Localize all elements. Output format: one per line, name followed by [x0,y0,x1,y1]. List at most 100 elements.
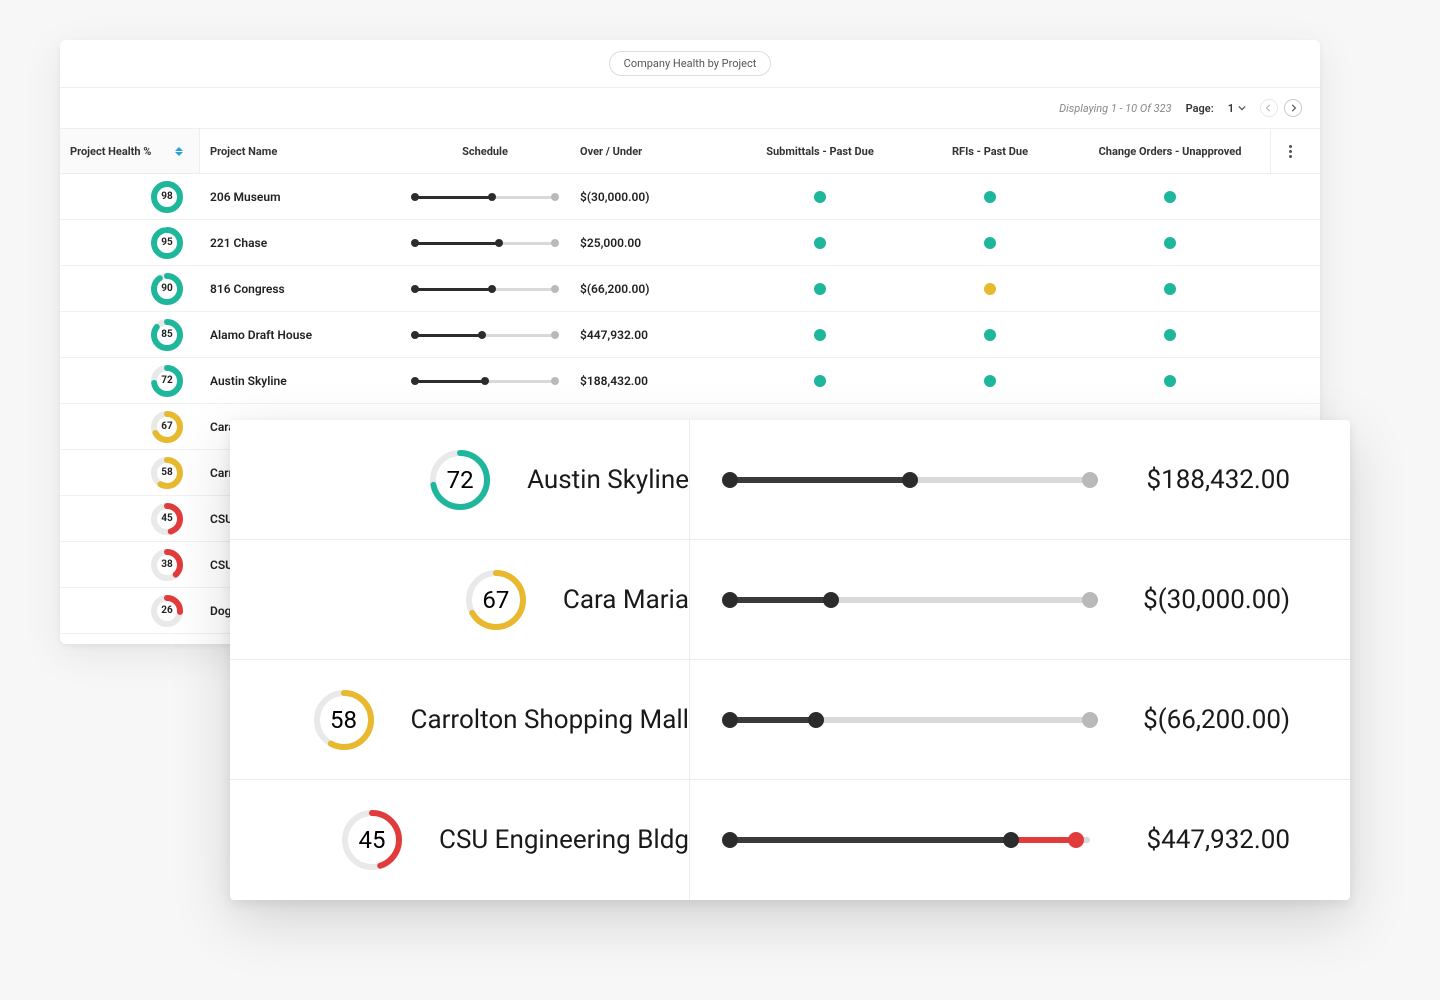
health-value: 67 [150,410,184,444]
page-select[interactable]: 1 [1228,102,1246,115]
col-submittals-label: Submittals - Past Due [766,145,874,158]
health-value: 45 [341,809,403,871]
status-dot [814,375,826,387]
zoom-amount: $(66,200.00) [1143,705,1290,735]
health-donut: 90 [150,272,184,306]
status-dot [1164,237,1176,249]
cell-rfis [910,283,1070,295]
cell-over-under: $447,932.00 [570,328,730,342]
zoom-right: $(30,000.00) [690,585,1350,615]
displaying-text: Displaying 1 - 10 Of 323 [1059,102,1171,115]
col-rfis[interactable]: RFIs - Past Due [910,145,1070,158]
cell-change-orders [1070,375,1270,387]
cell-change-orders [1070,283,1270,295]
pager-next-button[interactable] [1284,99,1302,117]
cell-health: 26 [60,594,200,628]
zoom-right: $188,432.00 [690,465,1350,495]
table-row[interactable]: 85 Alamo Draft House $447,932.00 [60,312,1320,358]
health-value: 58 [150,456,184,490]
health-donut: 72 [150,364,184,398]
toolbar: Displaying 1 - 10 Of 323 Page: 1 [60,88,1320,128]
cell-health: 58 [60,456,200,490]
cell-health: 38 [60,548,200,582]
health-donut: 38 [150,548,184,582]
table-row[interactable]: 95 221 Chase $25,000.00 [60,220,1320,266]
zoom-row[interactable]: 45 CSU Engineering Bldg $447,932.00 [230,780,1350,900]
schedule-timeline [415,285,555,293]
health-value: 98 [150,180,184,214]
health-donut: 67 [150,410,184,444]
cell-health: 67 [60,410,200,444]
col-schedule[interactable]: Schedule [400,145,570,158]
table-row[interactable]: 90 816 Congress $(66,200.00) [60,266,1320,312]
table-row[interactable]: 98 206 Museum $(30,000.00) [60,174,1320,220]
zoom-row[interactable]: 67 Cara Maria $(30,000.00) [230,540,1350,660]
cell-schedule [400,285,570,293]
report-title-chip[interactable]: Company Health by Project [609,51,772,76]
schedule-timeline [415,331,555,339]
pager-prev-button[interactable] [1260,99,1278,117]
cell-change-orders [1070,191,1270,203]
col-over[interactable]: Over / Under [570,145,730,158]
cell-over-under: $(66,200.00) [570,282,730,296]
zoom-left: 58 Carrolton Shopping Mall [230,660,690,779]
cell-health: 85 [60,318,200,352]
status-dot [984,191,996,203]
col-health-label: Project Health % [70,145,151,158]
col-change[interactable]: Change Orders - Unapproved [1070,145,1270,158]
schedule-timeline [730,472,1090,488]
cell-submittals [730,237,910,249]
zoom-project-name: Carrolton Shopping Mall [411,705,689,735]
chevron-right-icon [1289,104,1297,112]
status-dot [814,329,826,341]
col-actions [1270,129,1310,173]
schedule-timeline [415,377,555,385]
schedule-timeline [415,193,555,201]
col-health[interactable]: Project Health % [60,129,200,173]
health-value: 58 [313,689,375,751]
health-donut: 98 [150,180,184,214]
health-donut: 58 [150,456,184,490]
page-current: 1 [1228,102,1234,115]
cell-change-orders [1070,237,1270,249]
health-donut: 26 [150,594,184,628]
status-dot [814,283,826,295]
health-value: 45 [150,502,184,536]
cell-schedule [400,239,570,247]
health-donut: 58 [313,689,375,751]
zoom-row[interactable]: 72 Austin Skyline $188,432.00 [230,420,1350,540]
col-name[interactable]: Project Name [200,145,400,158]
zoom-project-name: CSU Engineering Bldg [439,825,689,855]
kebab-menu-button[interactable] [1289,145,1292,158]
cell-schedule [400,377,570,385]
zoom-panel: 72 Austin Skyline $188,432.00 67 Cara Ma… [230,420,1350,900]
cell-name: Austin Skyline [200,374,400,388]
page-label: Page: [1186,102,1214,115]
zoom-left: 45 CSU Engineering Bldg [230,780,690,900]
table-head: Project Health % Project Name Schedule O… [60,128,1320,174]
health-value: 85 [150,318,184,352]
health-donut: 45 [341,809,403,871]
health-value: 67 [465,569,527,631]
zoom-project-name: Austin Skyline [527,465,689,495]
schedule-timeline [415,239,555,247]
zoom-amount: $188,432.00 [1147,465,1290,495]
table-row[interactable]: 72 Austin Skyline $188,432.00 [60,358,1320,404]
cell-name: 221 Chase [200,236,400,250]
zoom-left: 72 Austin Skyline [230,420,690,539]
status-dot [814,191,826,203]
status-dot [814,237,826,249]
zoom-right: $447,932.00 [690,825,1350,855]
zoom-amount: $(30,000.00) [1143,585,1290,615]
cell-name: 816 Congress [200,282,400,296]
cell-over-under: $25,000.00 [570,236,730,250]
col-submittals[interactable]: Submittals - Past Due [730,145,910,158]
cell-over-under: $188,432.00 [570,374,730,388]
zoom-row[interactable]: 58 Carrolton Shopping Mall $(66,200.00) [230,660,1350,780]
cell-schedule [400,331,570,339]
cell-submittals [730,191,910,203]
cell-health: 95 [60,226,200,260]
health-donut: 67 [465,569,527,631]
cell-submittals [730,329,910,341]
zoom-amount: $447,932.00 [1147,825,1290,855]
